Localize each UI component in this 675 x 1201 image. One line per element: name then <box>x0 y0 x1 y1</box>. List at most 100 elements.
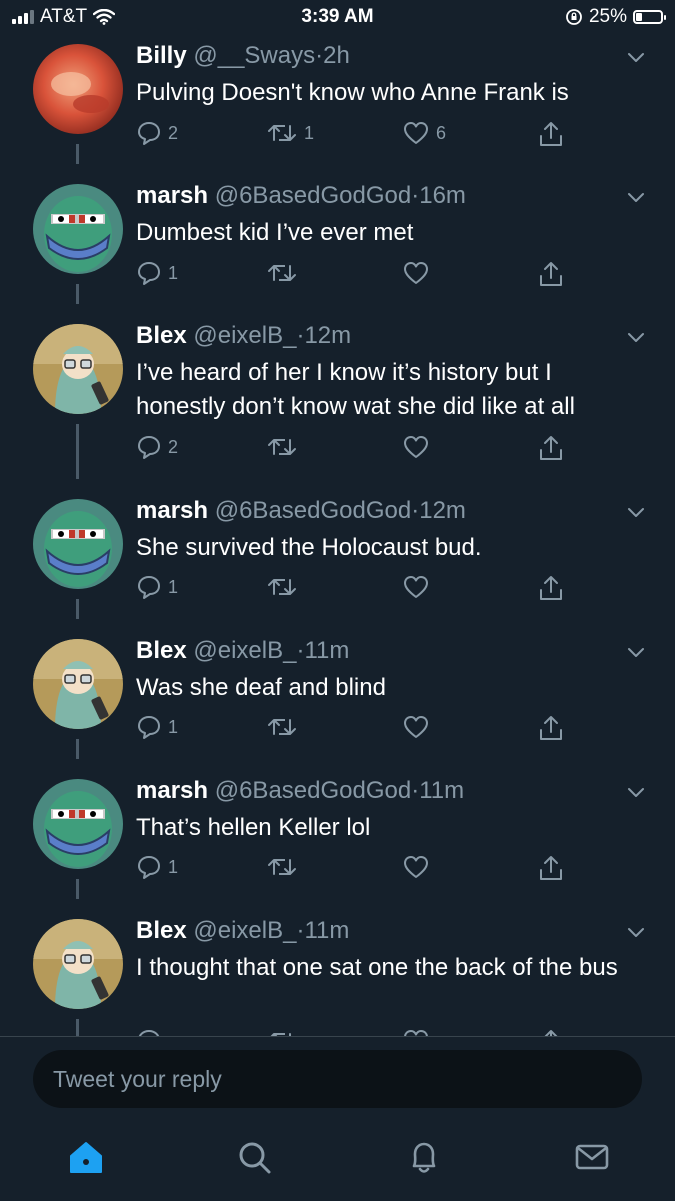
avatar[interactable] <box>33 44 123 134</box>
reply-bar <box>0 1036 675 1201</box>
avatar[interactable] <box>33 779 123 869</box>
share-button[interactable] <box>538 854 564 882</box>
retweet-icon <box>266 1028 298 1036</box>
share-button[interactable] <box>538 260 564 288</box>
reply-input[interactable] <box>33 1050 642 1108</box>
user-handle[interactable]: @__Sways <box>193 42 315 69</box>
share-icon <box>538 120 564 148</box>
heart-icon <box>402 574 430 600</box>
retweet-button[interactable] <box>266 1028 304 1036</box>
share-button[interactable] <box>538 1028 564 1036</box>
tweet[interactable]: marsh @6BasedGodGod·16m Dumbest kid I’ve … <box>0 176 675 316</box>
like-button[interactable]: 6 <box>402 120 446 146</box>
reply-button[interactable]: 1 <box>136 574 178 600</box>
tweet-timestamp[interactable]: 2h <box>323 42 350 69</box>
display-name[interactable]: Blex <box>136 322 187 349</box>
tweet-timestamp[interactable]: 11m <box>419 777 464 804</box>
retweet-icon <box>266 260 298 286</box>
home-icon[interactable] <box>66 1137 106 1177</box>
reply-button[interactable]: 1 <box>136 260 178 286</box>
reply-button[interactable]: 2 <box>136 434 178 460</box>
share-button[interactable] <box>538 714 564 742</box>
retweet-button[interactable] <box>266 714 304 740</box>
avatar[interactable] <box>33 919 123 1009</box>
retweet-button[interactable] <box>266 260 304 286</box>
display-name[interactable]: Blex <box>136 917 187 944</box>
retweet-button[interactable]: 1 <box>266 120 314 146</box>
user-handle[interactable]: @6BasedGodGod <box>215 777 412 804</box>
tweet[interactable]: marsh @6BasedGodGod·12m She survived the … <box>0 491 675 631</box>
avatar[interactable] <box>33 324 123 414</box>
chevron-down-icon[interactable] <box>627 188 645 206</box>
user-handle[interactable]: @6BasedGodGod <box>215 182 412 209</box>
tweet-thread[interactable]: Billy @__Sways·2h Pulving Doesn't know wh… <box>0 36 675 1036</box>
reply-count: 1 <box>168 576 179 597</box>
thread-connector-line <box>76 739 79 759</box>
search-icon[interactable] <box>234 1137 274 1177</box>
user-handle[interactable]: @eixelB_ <box>193 917 296 944</box>
tweet-header: Blex @eixelB_·11m <box>136 917 350 944</box>
tweet[interactable]: Blex @eixelB_·12m I’ve heard of her I kno… <box>0 316 675 491</box>
like-button[interactable] <box>402 574 436 600</box>
display-name[interactable]: Blex <box>136 637 187 664</box>
share-button[interactable] <box>538 120 564 148</box>
battery-percent: 25% <box>588 6 627 27</box>
avatar[interactable] <box>33 499 123 589</box>
like-button[interactable] <box>402 854 436 880</box>
tweet-actions: 1 <box>136 714 576 744</box>
retweet-button[interactable] <box>266 574 304 600</box>
retweet-button[interactable] <box>266 854 304 880</box>
tab-bar <box>0 1137 675 1187</box>
tweet-timestamp[interactable]: 11m <box>304 637 349 664</box>
share-icon <box>538 434 564 462</box>
share-button[interactable] <box>538 434 564 462</box>
chevron-down-icon[interactable] <box>627 328 645 346</box>
chevron-down-icon[interactable] <box>627 783 645 801</box>
display-name[interactable]: marsh <box>136 777 208 804</box>
tweet-timestamp[interactable]: 11m <box>304 917 349 944</box>
tweet-text: She survived the Holocaust bud. <box>136 534 482 561</box>
user-handle[interactable]: @eixelB_ <box>193 322 296 349</box>
retweet-icon <box>266 120 298 146</box>
retweet-icon <box>266 854 298 880</box>
reply-button[interactable]: 2 <box>136 120 178 146</box>
display-name[interactable]: marsh <box>136 182 208 209</box>
like-button[interactable] <box>402 260 436 286</box>
reply-count: 1 <box>168 716 179 737</box>
avatar[interactable] <box>33 184 123 274</box>
tweet-timestamp[interactable]: 12m <box>304 322 351 349</box>
thread-connector-line <box>76 599 79 619</box>
chevron-down-icon[interactable] <box>627 503 645 521</box>
like-button[interactable] <box>402 714 436 740</box>
chevron-down-icon[interactable] <box>627 48 645 66</box>
user-handle[interactable]: @eixelB_ <box>193 637 296 664</box>
bell-icon[interactable] <box>404 1137 444 1177</box>
retweet-button[interactable] <box>266 434 304 460</box>
share-button[interactable] <box>538 574 564 602</box>
reply-icon <box>136 854 162 880</box>
tweet[interactable]: Billy @__Sways·2h Pulving Doesn't know wh… <box>0 36 675 176</box>
user-handle[interactable]: @6BasedGodGod <box>215 497 412 524</box>
avatar[interactable] <box>33 639 123 729</box>
tweet[interactable]: Blex @eixelB_·11m I thought that one sat … <box>0 911 675 1036</box>
reply-button[interactable]: 1 <box>136 854 178 880</box>
tweet-timestamp[interactable]: 12m <box>419 497 466 524</box>
like-button[interactable] <box>402 434 436 460</box>
display-name[interactable]: Billy <box>136 42 187 69</box>
heart-icon <box>402 120 430 146</box>
heart-icon <box>402 854 430 880</box>
chevron-down-icon[interactable] <box>627 923 645 941</box>
tweet-actions: 1 <box>136 260 576 290</box>
reply-button[interactable]: 1 <box>136 714 178 740</box>
tweet[interactable]: marsh @6BasedGodGod·11m That’s hellen Kel… <box>0 771 675 911</box>
reply-button[interactable] <box>136 1028 168 1036</box>
tweet-timestamp[interactable]: 16m <box>419 182 466 209</box>
tweet[interactable]: Blex @eixelB_·11m Was she deaf and blind 1 <box>0 631 675 771</box>
chevron-down-icon[interactable] <box>627 643 645 661</box>
like-button[interactable] <box>402 1028 436 1036</box>
reply-icon <box>136 120 162 146</box>
mail-icon[interactable] <box>572 1137 612 1177</box>
retweet-icon <box>266 434 298 460</box>
display-name[interactable]: marsh <box>136 497 208 524</box>
status-bar: AT&T 3:39 AM 25% <box>0 0 675 36</box>
